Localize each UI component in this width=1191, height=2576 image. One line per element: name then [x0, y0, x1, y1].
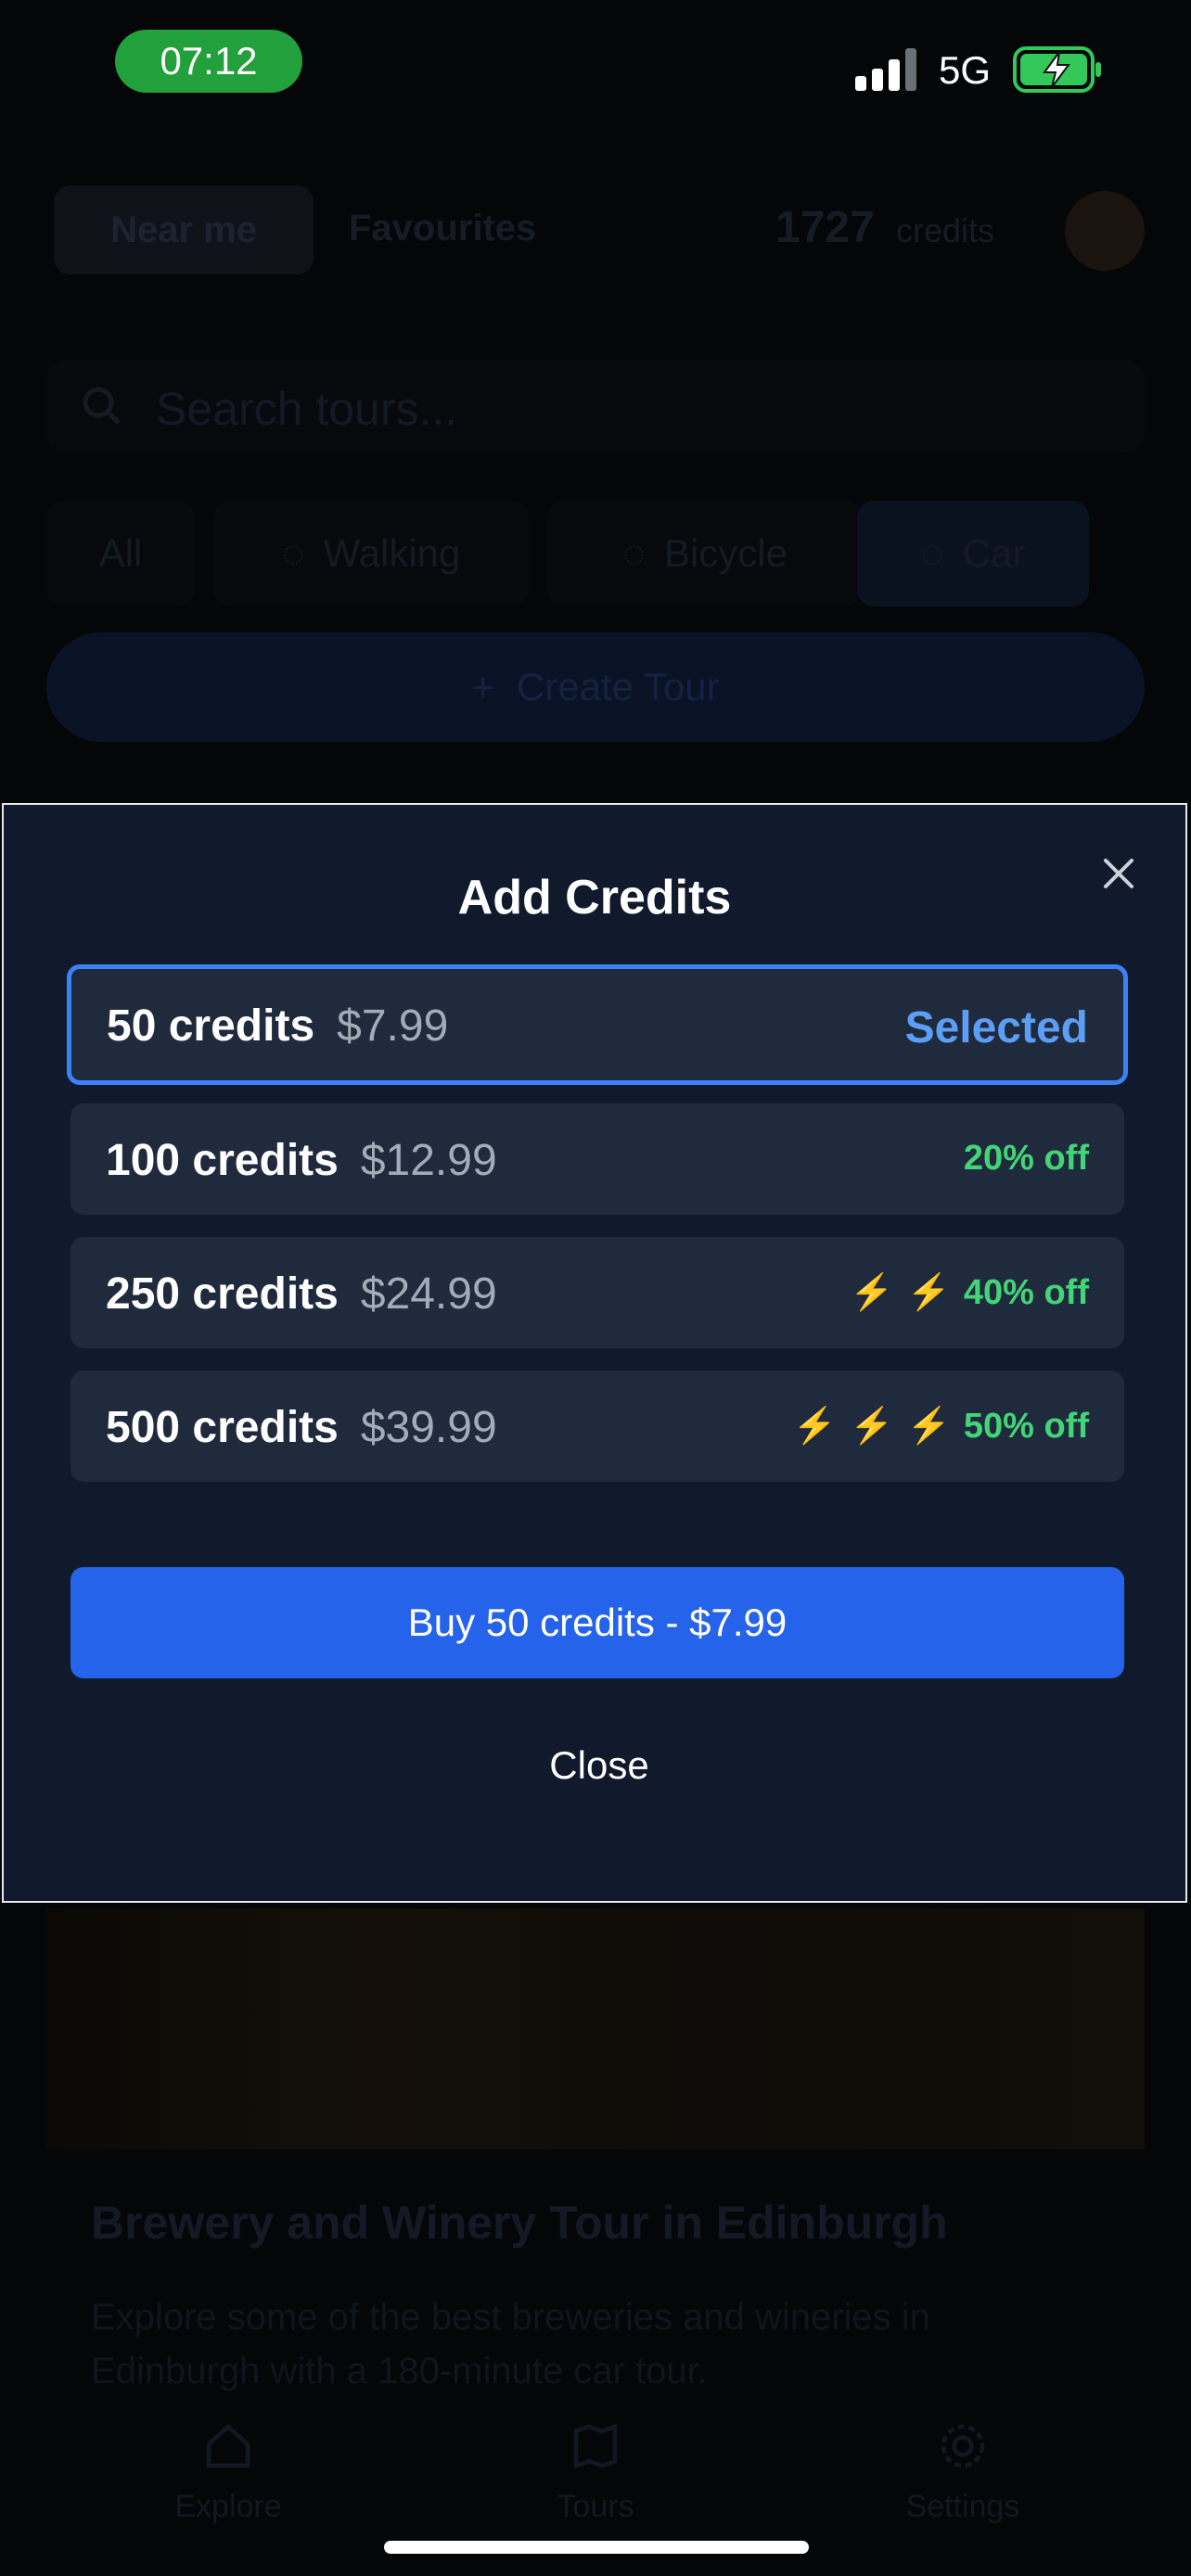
tour-card-description: Explore some of the best breweries and w…: [91, 2297, 930, 2391]
filter-label: Car: [962, 531, 1026, 575]
top-bar: Near me Favourites 1727 credits: [54, 185, 1145, 276]
tour-card-title: Brewery and Winery Tour in Edinburgh: [91, 2197, 948, 2249]
create-tour-label: Create Tour: [516, 665, 720, 708]
filter-label: Walking: [323, 531, 461, 575]
bicycle-icon: ◌: [621, 531, 646, 575]
nav-settings: Settings: [852, 2420, 1074, 2525]
gear-icon: [941, 2424, 985, 2468]
option-credits-label: 250 credits: [106, 1269, 339, 1319]
option-credits: 50 credits $7.99: [107, 1001, 448, 1052]
network-label: 5G: [939, 48, 992, 92]
discount-badge: ⚡ ⚡ ⚡ 50% off: [793, 1406, 1089, 1447]
close-button[interactable]: Close: [414, 1728, 785, 1803]
credit-option-100[interactable]: 100 credits $12.99 20% off: [70, 1103, 1124, 1215]
lightning-icon: ⚡: [792, 1407, 838, 1446]
option-credits-label: 500 credits: [106, 1403, 339, 1452]
car-icon: ◌: [920, 531, 944, 575]
credit-option-50[interactable]: 50 credits $7.99 Selected: [67, 964, 1128, 1085]
tab-near-me: Near me: [54, 185, 314, 274]
create-tour-button: + Create Tour: [46, 632, 1145, 742]
filter-car: ◌ Car: [857, 501, 1089, 606]
option-price: $24.99: [360, 1269, 497, 1319]
credit-option-250[interactable]: 250 credits $24.99 ⚡ ⚡ 40% off: [70, 1237, 1124, 1348]
home-indicator[interactable]: [384, 2541, 809, 2554]
nav-label: Explore: [174, 2489, 282, 2524]
status-time: 07:12: [115, 30, 302, 93]
discount-badge: 20% off: [964, 1139, 1089, 1179]
home-icon: [206, 2423, 250, 2468]
tab-favourites: Favourites: [349, 208, 537, 249]
battery-charging-icon: [1013, 46, 1101, 93]
search-icon: [83, 387, 121, 425]
map-icon: [573, 2423, 618, 2469]
nav-tours: Tours: [484, 2420, 707, 2525]
search-placeholder: Search tours...: [156, 383, 458, 435]
filter-bicycle: ◌ Bicycle: [547, 501, 863, 606]
credits-balance: 1727: [775, 203, 875, 252]
nav-explore: Explore: [117, 2420, 339, 2525]
status-bar: 07:12 5G: [0, 0, 1191, 130]
nav-label: Tours: [557, 2489, 634, 2524]
lightning-icon: ⚡: [850, 1407, 894, 1446]
option-credits: 500 credits $39.99: [106, 1402, 497, 1453]
selected-badge: Selected: [904, 1003, 1088, 1052]
plus-icon: +: [471, 665, 494, 708]
nav-label: Settings: [905, 2489, 1020, 2524]
filter-walking: ◌ Walking: [213, 501, 529, 606]
discount-label: 20% off: [963, 1139, 1089, 1178]
avatar: [1065, 191, 1145, 271]
option-credits: 250 credits $24.99: [106, 1269, 497, 1320]
option-credits-label: 50 credits: [107, 1001, 315, 1051]
filter-all: All: [46, 501, 195, 606]
lightning-icon: ⚡: [850, 1273, 894, 1312]
discount-label: 50% off: [963, 1406, 1089, 1446]
option-price: $39.99: [360, 1403, 497, 1452]
signal-icon: [855, 48, 916, 91]
discount-badge: ⚡ ⚡ 40% off: [850, 1272, 1089, 1313]
filter-label: Bicycle: [663, 531, 788, 575]
tour-card-image: [46, 1908, 1145, 2149]
close-icon[interactable]: [1100, 855, 1137, 892]
add-credits-modal: Add Credits 50 credits $7.99 Selected 100…: [2, 803, 1187, 1903]
search-input: Search tours...: [46, 360, 1145, 453]
lightning-icon: ⚡: [906, 1407, 951, 1446]
credit-option-500[interactable]: 500 credits $39.99 ⚡ ⚡ ⚡ 50% off: [70, 1371, 1124, 1482]
discount-label: 40% off: [963, 1272, 1089, 1312]
option-credits-label: 100 credits: [106, 1136, 339, 1185]
option-price: $7.99: [337, 1001, 449, 1051]
modal-title: Add Credits: [457, 871, 732, 925]
option-price: $12.99: [360, 1136, 497, 1185]
filter-chips: All ◌ Walking ◌ Bicycle ◌ Car: [46, 501, 1145, 606]
option-credits: 100 credits $12.99: [106, 1135, 497, 1186]
lightning-icon: ⚡: [906, 1273, 951, 1312]
walking-icon: ◌: [281, 531, 305, 575]
credits-label: credits: [896, 211, 995, 249]
filter-label: All: [98, 531, 143, 575]
buy-credits-button[interactable]: Buy 50 credits - $7.99: [70, 1567, 1124, 1678]
